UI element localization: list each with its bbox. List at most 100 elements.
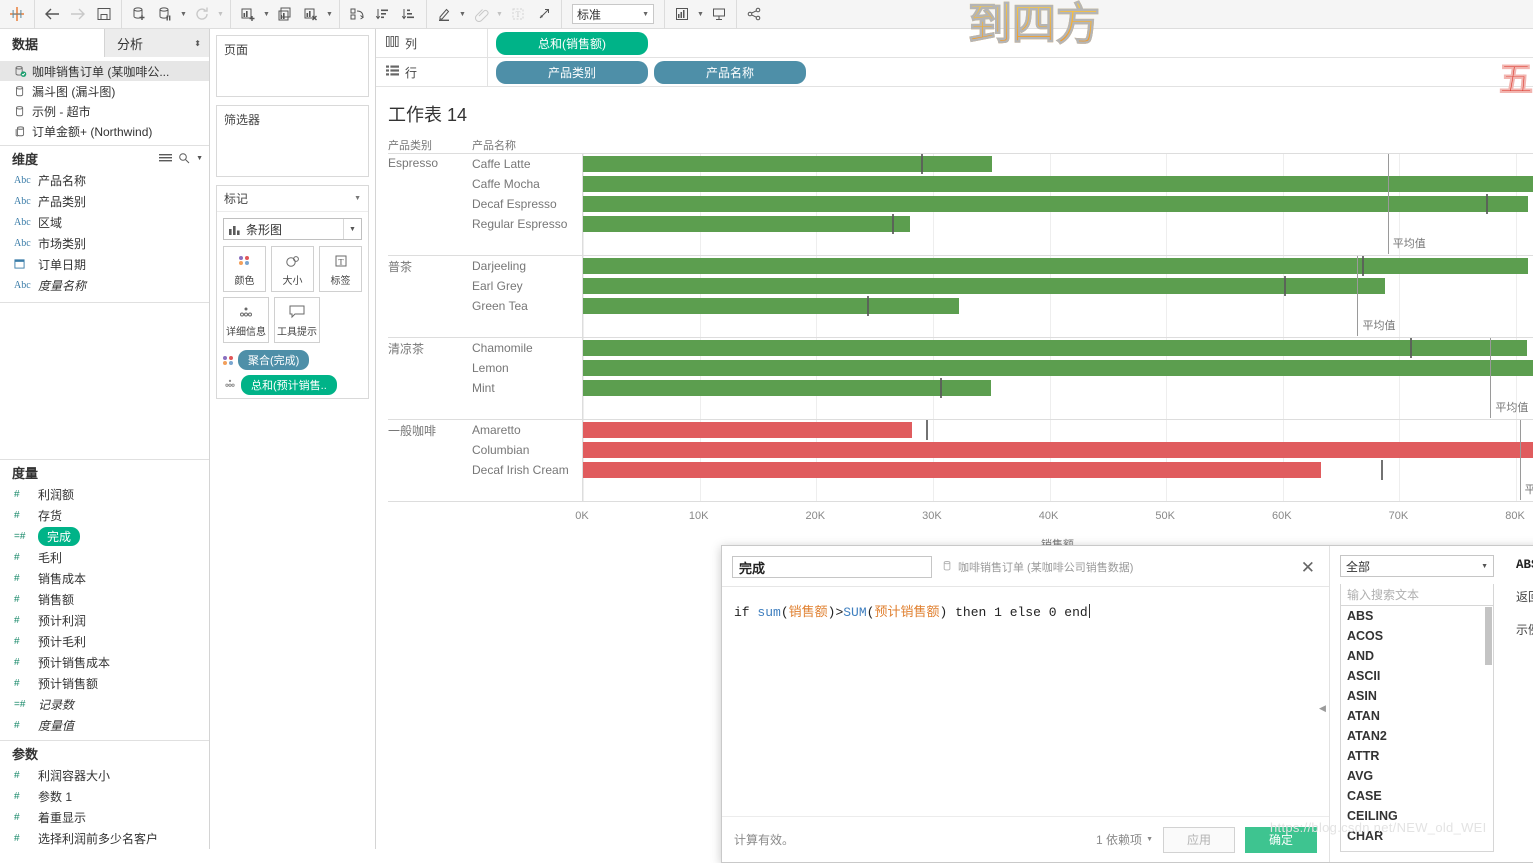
new-dashboard-icon[interactable] <box>706 2 732 26</box>
new-data-source-icon[interactable] <box>126 2 152 26</box>
group-caret-icon[interactable]: ▼ <box>494 2 505 26</box>
chevron-down-icon[interactable]: ▼ <box>354 195 361 202</box>
chart-bar[interactable] <box>583 298 959 314</box>
chart-category-label[interactable]: 清凉茶 <box>388 338 472 398</box>
fit-selector[interactable]: 标准 ▼ <box>572 4 654 24</box>
chart-category-label[interactable]: Espresso <box>388 154 472 234</box>
shelf-pill-product-name[interactable]: 产品名称 <box>654 60 806 84</box>
chart-bar[interactable] <box>583 258 1528 274</box>
collapse-panel-icon[interactable]: ◀ <box>1319 703 1326 714</box>
filters-shelf[interactable]: 筛选器 <box>216 105 369 177</box>
function-list[interactable]: ABS ACOS AND ASCII ASIN ATAN ATAN2 ATTR AVG CASE C… <box>1340 606 1494 852</box>
search-icon[interactable] <box>178 152 190 164</box>
close-icon[interactable]: ✕ <box>1297 559 1319 576</box>
dimension-product-name[interactable]: Abc 产品名称 <box>0 170 209 191</box>
chart-row-label[interactable]: Caffe Mocha <box>472 174 582 194</box>
clear-sheet-caret-icon[interactable]: ▼ <box>324 2 335 26</box>
dimension-order-date[interactable]: 订单日期 <box>0 254 209 275</box>
chart-bar[interactable] <box>583 156 993 172</box>
marks-size-button[interactable]: 大小 <box>271 246 314 292</box>
shelf-pill-product-category[interactable]: 产品类别 <box>496 60 648 84</box>
chart-bar[interactable] <box>583 462 1322 478</box>
clear-sheet-icon[interactable] <box>298 2 324 26</box>
columns-shelf[interactable]: 列 总和(销售额) <box>376 29 1533 58</box>
data-source-item-northwind[interactable]: 订单金额+ (Northwind) <box>0 121 209 141</box>
chart-bar[interactable] <box>583 216 910 232</box>
duplicate-worksheet-icon[interactable] <box>272 2 298 26</box>
measure-cost-of-sales[interactable]: # 销售成本 <box>0 568 209 589</box>
calc-name-input[interactable] <box>732 556 932 578</box>
pause-data-source-icon[interactable] <box>152 2 178 26</box>
function-category-select[interactable]: 全部 ▼ <box>1340 555 1494 577</box>
function-list-scrollbar[interactable] <box>1485 607 1492 665</box>
function-list-item[interactable]: AVG <box>1341 766 1493 786</box>
function-list-item[interactable]: CHAR <box>1341 826 1493 846</box>
chart-category-label[interactable]: 普茶 <box>388 256 472 316</box>
rows-shelf[interactable]: 行 产品类别 产品名称 <box>376 58 1533 87</box>
measure-gross-profit[interactable]: # 毛利 <box>0 547 209 568</box>
back-arrow-icon[interactable] <box>39 2 65 26</box>
measure-budget-margin[interactable]: # 预计毛利 <box>0 631 209 652</box>
marks-label-button[interactable]: T 标签 <box>319 246 362 292</box>
chart-row-label[interactable]: Chamomile <box>472 338 582 358</box>
function-list-item[interactable]: ASIN <box>1341 686 1493 706</box>
chart-row-label[interactable]: Lemon <box>472 358 582 378</box>
chart-row-label[interactable]: Caffe Latte <box>472 154 582 174</box>
shelf-pill-sum-sales[interactable]: 总和(销售额) <box>496 31 648 55</box>
chevron-down-icon[interactable]: ▼ <box>343 219 361 239</box>
chart-bar[interactable] <box>583 422 912 438</box>
measure-budget-profit[interactable]: # 预计利润 <box>0 610 209 631</box>
dimension-measure-names[interactable]: Abc 度量名称 <box>0 275 209 296</box>
chart-bar[interactable] <box>583 278 1386 294</box>
pages-shelf[interactable]: 页面 <box>216 35 369 97</box>
measure-number-of-records[interactable]: =# 记录数 <box>0 694 209 715</box>
marks-pill-sum-budget-sales[interactable]: 总和(预计销售.. <box>241 375 337 395</box>
chart-row-label[interactable]: Earl Grey <box>472 276 582 296</box>
sort-descending-icon[interactable] <box>396 2 422 26</box>
parameter-profit-bin-size[interactable]: # 利润容器大小 <box>0 765 209 786</box>
new-worksheet-icon[interactable] <box>235 2 261 26</box>
chart-row-label[interactable]: Amaretto <box>472 420 582 440</box>
dimension-product-category[interactable]: Abc 产品类别 <box>0 191 209 212</box>
group-by-folder-icon[interactable] <box>159 153 173 164</box>
rows-shelf-body[interactable]: 产品类别 产品名称 <box>488 60 1533 84</box>
function-list-item[interactable]: ASCII <box>1341 666 1493 686</box>
chart-bar[interactable] <box>583 380 992 396</box>
function-list-item[interactable]: ATAN2 <box>1341 726 1493 746</box>
measure-budget-sales[interactable]: # 预计销售额 <box>0 673 209 694</box>
chart-row-label[interactable]: Columbian <box>472 440 582 460</box>
new-sheet-caret-icon[interactable]: ▼ <box>261 2 272 26</box>
chart-row-label[interactable]: Decaf Irish Cream <box>472 460 582 480</box>
function-list-item[interactable]: AND <box>1341 646 1493 666</box>
group-members-icon[interactable] <box>468 2 494 26</box>
chart-row-label[interactable]: Green Tea <box>472 296 582 316</box>
show-me-caret-icon[interactable]: ▼ <box>695 2 706 26</box>
marks-color-button[interactable]: 颜色 <box>223 246 266 292</box>
chart-row-label[interactable]: Decaf Espresso <box>472 194 582 214</box>
highlight-caret-icon[interactable]: ▼ <box>457 2 468 26</box>
parameter-emphasis[interactable]: # 着重显示 <box>0 807 209 828</box>
chart-bar[interactable] <box>583 360 1533 376</box>
calc-formula-editor[interactable]: if sum(销售额)>SUM(预计销售额) then 1 else 0 end <box>722 587 1329 816</box>
chart-bar[interactable] <box>583 340 1527 356</box>
calc-dependencies[interactable]: 1 依赖项 ▼ <box>1096 831 1153 848</box>
measure-measure-values[interactable]: # 度量值 <box>0 715 209 736</box>
dimension-region[interactable]: Abc 区域 <box>0 212 209 233</box>
function-list-item[interactable]: CASE <box>1341 786 1493 806</box>
marks-pill-aggregate-complete[interactable]: 聚合(完成) <box>238 350 310 370</box>
tab-data[interactable]: 数据 <box>0 29 105 57</box>
function-list-item[interactable]: ATAN <box>1341 706 1493 726</box>
chart-bar[interactable] <box>583 196 1528 212</box>
function-list-item[interactable]: CEILING <box>1341 806 1493 826</box>
tab-analytics[interactable]: 分析 ⬍ <box>105 29 209 57</box>
fix-axes-icon[interactable] <box>531 2 557 26</box>
swap-rows-columns-icon[interactable] <box>344 2 370 26</box>
parameter-parameter-1[interactable]: # 参数 1 <box>0 786 209 807</box>
data-source-item-superstore[interactable]: 示例 - 超市 <box>0 101 209 121</box>
function-search-input[interactable]: 输入搜索文本 <box>1340 584 1494 606</box>
save-icon[interactable] <box>91 2 117 26</box>
show-labels-icon[interactable]: T <box>505 2 531 26</box>
data-source-item-coffee[interactable]: 咖啡销售订单 (某咖啡公... <box>0 61 209 81</box>
function-list-item[interactable]: ABS <box>1341 606 1493 626</box>
marks-detail-button[interactable]: 详细信息 <box>223 297 269 343</box>
